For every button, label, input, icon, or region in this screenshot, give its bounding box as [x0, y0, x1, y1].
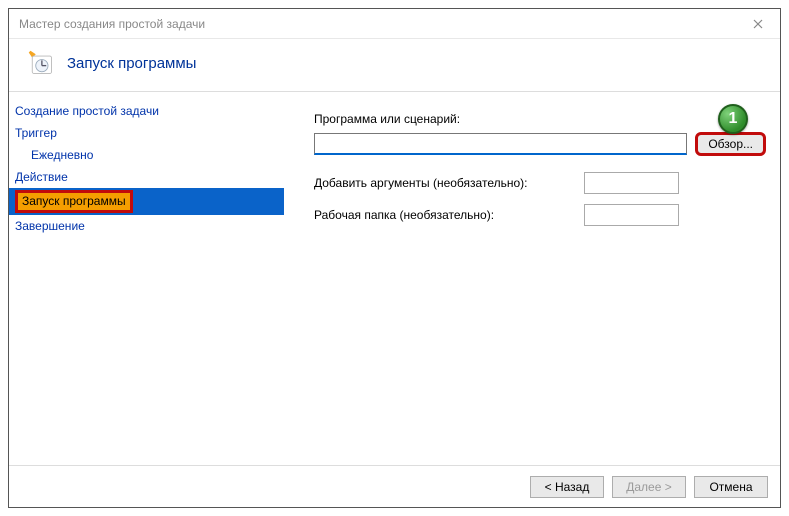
wizard-footer: < Назад Далее > Отмена: [9, 465, 780, 507]
cancel-button[interactable]: Отмена: [694, 476, 768, 498]
sidebar-item-finish[interactable]: Завершение: [9, 215, 284, 237]
sidebar-item-trigger[interactable]: Триггер: [9, 122, 284, 144]
sidebar-item-create-task[interactable]: Создание простой задачи: [9, 100, 284, 122]
program-label: Программа или сценарий:: [314, 112, 460, 126]
sidebar-item-action[interactable]: Действие: [9, 166, 284, 188]
titlebar: Мастер создания простой задачи: [9, 9, 780, 39]
wizard-step-title: Запуск программы: [67, 55, 196, 72]
next-button: Далее >: [612, 476, 686, 498]
startin-label: Рабочая папка (необязательно):: [314, 208, 574, 222]
browse-button[interactable]: Обзор...: [695, 132, 766, 156]
program-input[interactable]: [314, 133, 687, 155]
wizard-sidebar: Создание простой задачи Триггер Ежедневн…: [9, 92, 284, 465]
wizard-icon: [27, 49, 55, 77]
close-button[interactable]: [735, 9, 780, 39]
back-button[interactable]: < Назад: [530, 476, 604, 498]
sidebar-item-label: Запуск программы: [15, 190, 133, 213]
wizard-window: Мастер создания простой задачи Запуск пр…: [8, 8, 781, 508]
wizard-header: Запуск программы: [9, 39, 780, 91]
callout-badge-1: 1: [718, 104, 748, 134]
wizard-body: Создание простой задачи Триггер Ежедневн…: [9, 92, 780, 465]
close-icon: [753, 19, 763, 29]
window-title: Мастер создания простой задачи: [19, 17, 205, 31]
sidebar-item-start-program[interactable]: Запуск программы: [9, 188, 284, 215]
arguments-input[interactable]: [584, 172, 679, 194]
arguments-label: Добавить аргументы (необязательно):: [314, 176, 574, 190]
sidebar-item-daily[interactable]: Ежедневно: [9, 144, 284, 166]
wizard-content: Программа или сценарий: Обзор... 1 Добав…: [284, 92, 780, 465]
startin-input[interactable]: [584, 204, 679, 226]
